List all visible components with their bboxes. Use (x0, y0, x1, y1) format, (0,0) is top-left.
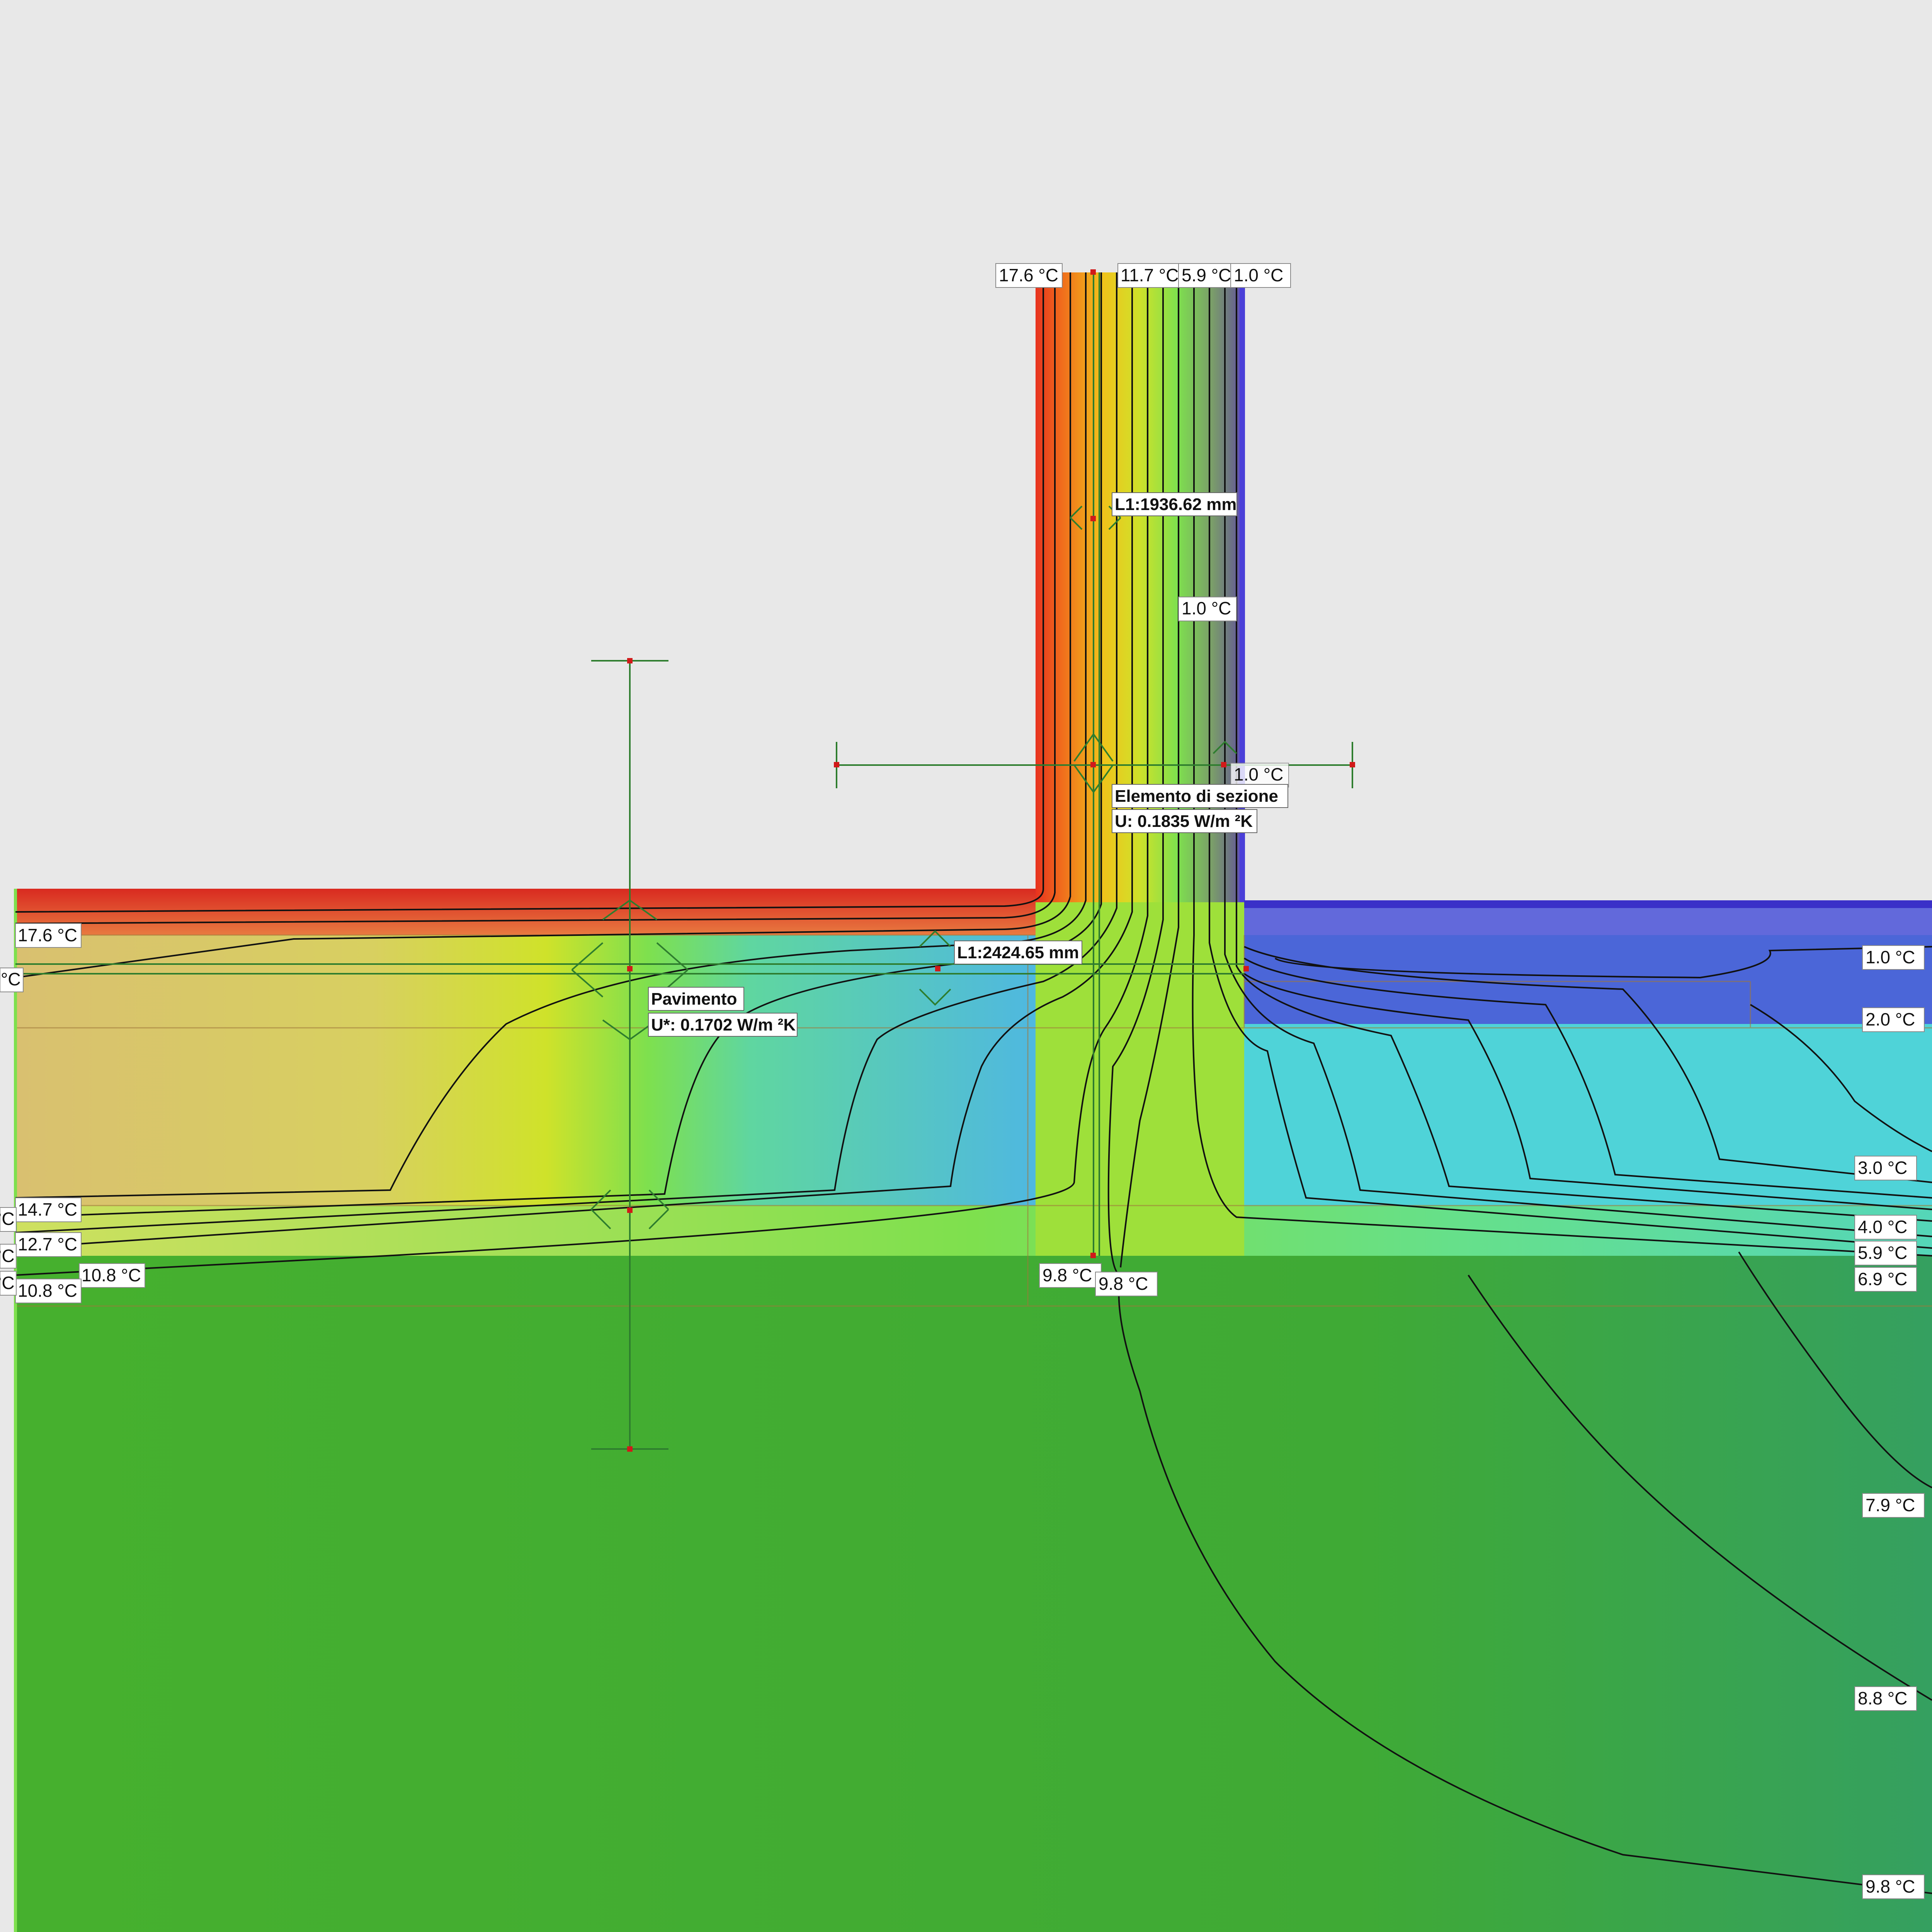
ground-region (15, 1256, 1932, 1932)
right-label-3: 3.0 °C (1858, 1158, 1907, 1178)
right-label-5: 5.9 °C (1858, 1243, 1907, 1263)
left-label-1: 17.6 °C (18, 925, 77, 945)
left-label-7: °C (0, 1209, 15, 1229)
wall-top-label-3: 5.9 °C (1182, 265, 1231, 285)
left-label-9: °C (0, 1273, 15, 1293)
wall-element-u-value: U: 0.1835 W/m ²K (1115, 812, 1253, 831)
interior-floor-finish (15, 889, 1036, 935)
right-label-7: 7.9 °C (1866, 1495, 1915, 1515)
exterior-surface (1244, 900, 1932, 908)
floor-element-name: Pavimento (651, 990, 737, 1009)
right-label-9: 9.8 °C (1866, 1876, 1915, 1896)
center-label-1: 9.8 °C (1043, 1265, 1092, 1285)
center-label-2: 9.8 °C (1099, 1274, 1148, 1294)
right-label-2: 2.0 °C (1866, 1009, 1915, 1029)
right-label-6: 6.9 °C (1858, 1269, 1907, 1289)
floor-cold-zone (1244, 900, 1932, 1024)
wall-top-label-4: 1.0 °C (1234, 265, 1283, 285)
left-label-3: 14.7 °C (18, 1199, 77, 1219)
wall-top-label-1: 17.6 °C (999, 265, 1058, 285)
wall-element-name: Elemento di sezione (1115, 787, 1278, 806)
wall-label-1: 1.0 °C (1182, 598, 1231, 618)
floor-slab (15, 935, 1036, 1206)
floor-element-u-value: U*: 0.1702 W/m ²K (651, 1015, 796, 1034)
wall-label-2: 1.0 °C (1234, 764, 1283, 784)
wall-top-labels: 17.6 °C 11.7 °C 5.9 °C 1.0 °C (995, 263, 1291, 288)
left-label-2: °C (1, 969, 21, 989)
thermal-section-diagram: 17.6 °C 11.7 °C 5.9 °C 1.0 °C 1.0 °C 1.0… (0, 263, 1932, 1932)
left-label-4: 12.7 °C (18, 1234, 77, 1254)
right-label-8: 8.8 °C (1858, 1688, 1907, 1708)
left-label-5: 10.8 °C (82, 1265, 141, 1285)
floor-element-length: L1:2424.65 mm (957, 943, 1079, 962)
left-label-6: 10.8 °C (18, 1281, 77, 1301)
wall-top-label-2: 11.7 °C (1121, 265, 1179, 285)
left-label-8: °C (0, 1246, 15, 1266)
right-label-4: 4.0 °C (1858, 1217, 1907, 1237)
wall-element-length: L1:1936.62 mm (1115, 495, 1237, 514)
right-label-1: 1.0 °C (1866, 947, 1915, 967)
